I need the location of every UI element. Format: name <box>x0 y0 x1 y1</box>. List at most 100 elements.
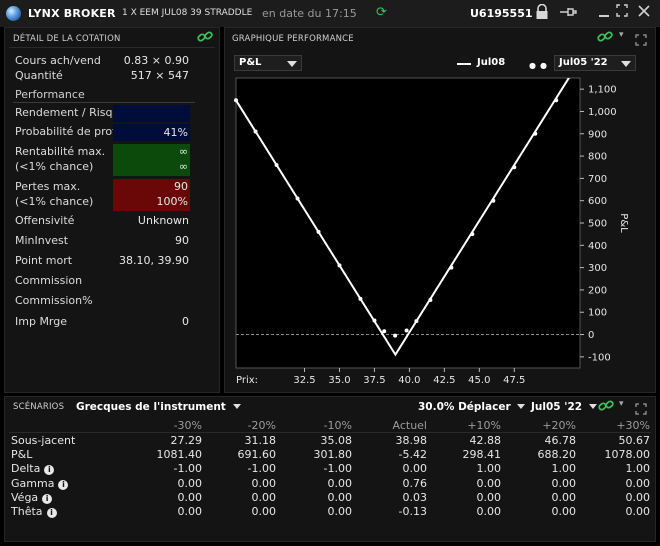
scenario-cell: 298.41 <box>462 448 502 462</box>
series-point <box>382 329 387 334</box>
scenario-cell: 0.00 <box>251 490 277 504</box>
series-point <box>372 318 377 323</box>
lock-icon[interactable] <box>535 3 549 24</box>
scenario-column-header: +20% <box>542 419 576 432</box>
x-tick-label: 47.5 <box>503 375 525 386</box>
series-point <box>512 165 517 170</box>
link-icon[interactable] <box>197 30 213 47</box>
quantity-label: Quantité <box>15 69 63 82</box>
shift-select[interactable]: 30.0% Déplacer <box>418 401 526 413</box>
scenario-row-label-text: Thêta <box>11 505 43 518</box>
quote-detail-panel: DÉTAIL DE LA COTATION Cours ach/vend 0.8… <box>4 27 220 393</box>
scenario-cell: 1.00 <box>551 462 577 476</box>
max-loss-label: Pertes max. <box>15 180 81 193</box>
scenario-cell: 301.80 <box>313 448 353 462</box>
scenario-cell: 0.00 <box>177 476 203 490</box>
scenario-cell: -1.00 <box>173 462 202 476</box>
series-point <box>470 232 475 237</box>
series-point <box>414 319 419 324</box>
scenario-cell: 0.00 <box>327 490 353 504</box>
shift-select-value: 30.0% Déplacer <box>418 401 511 413</box>
y-axis-label: P&L <box>618 213 629 233</box>
chevron-down-icon <box>517 404 526 409</box>
scenario-column-header: -10% <box>323 419 352 432</box>
commission-pct-label: Commission% <box>15 294 93 307</box>
x-tick-label: 35.0 <box>328 375 350 386</box>
max-loss-box: 90 100% <box>113 179 190 211</box>
y-tick-label: 200 <box>588 285 607 296</box>
app-title: LYNX BROKER <box>28 7 116 20</box>
performance-header: Performance <box>15 88 85 101</box>
pl-chart: 1,100 1,000 900 800 700 600 500 400 300 200 100 0 -1… <box>234 77 629 386</box>
min-invest-label: MinInvest <box>15 234 69 247</box>
series-point <box>337 263 342 268</box>
max-return-chance-label: (<1% chance) <box>15 160 94 173</box>
y-tick-label: 1,100 <box>588 85 617 96</box>
breakeven-value: 38.10, 39.90 <box>119 254 189 267</box>
return-risk-label: Rendement / Risque <box>15 106 127 119</box>
y-tick-label: 300 <box>588 263 607 274</box>
maximize-icon[interactable] <box>616 4 628 22</box>
series-point <box>253 129 258 134</box>
scenario-row-label-text: Sous-jacent <box>11 434 76 447</box>
minimize-icon[interactable] <box>598 4 610 22</box>
window-subtitle: 1 X EEM JUL08 39 STRADDLE <box>122 8 253 18</box>
scenario-cell: 0.00 <box>551 476 577 490</box>
globe-logo-icon <box>6 6 21 21</box>
max-loss-chance-label: (<1% chance) <box>15 195 94 208</box>
max-return-value: ∞ <box>178 145 188 158</box>
scenario-cell: 42.88 <box>469 434 502 447</box>
performance-chart-panel: GRAPHIQUE PERFORMANCE ▾ P&L Jul08 ●● Jul… <box>224 27 656 393</box>
expand-icon[interactable] <box>635 400 647 419</box>
scenario-row-label-text: Gamma <box>11 476 55 490</box>
profit-probability-label: Probabilité de profits <box>15 125 130 138</box>
info-icon[interactable]: i <box>42 493 53 504</box>
max-return-box: ∞ ∞ <box>113 144 190 176</box>
series-point <box>428 297 433 302</box>
y-tick-label: 100 <box>588 308 607 319</box>
max-loss-value: 90 <box>174 180 188 193</box>
close-icon[interactable] <box>638 4 650 22</box>
greeks-select-value: Grecques de l'instrument <box>76 401 226 413</box>
series-point <box>234 98 238 103</box>
max-return-chance-value: ∞ <box>178 160 188 173</box>
y-tick-label: 1,000 <box>588 107 617 118</box>
scenario-cell: 0.00 <box>476 505 502 518</box>
refresh-icon[interactable]: ⟳ <box>376 5 387 20</box>
y-tick-label: 800 <box>588 152 607 163</box>
scenario-cell: 46.78 <box>544 434 577 447</box>
performance-divider <box>13 102 195 103</box>
scenario-cell: 688.20 <box>537 448 577 462</box>
scenarios-panel: SCÉNARIOS Grecques de l'instrument 30.0%… <box>4 396 656 542</box>
x-tick-label: 40.0 <box>398 375 420 386</box>
min-invest-value: 90 <box>175 234 189 247</box>
scenario-row-label-text: Delta <box>11 462 41 476</box>
pin-icon[interactable] <box>558 4 578 24</box>
margin-impact-value: 0 <box>182 315 189 328</box>
y-tick-label: 500 <box>588 219 607 230</box>
greeks-select[interactable]: Grecques de l'instrument <box>76 401 242 413</box>
scenario-cell: 0.00 <box>625 476 651 490</box>
series-point <box>404 328 409 333</box>
info-icon[interactable]: i <box>44 465 55 476</box>
bid-ask-label: Cours ach/vend <box>15 54 101 67</box>
link-icon[interactable] <box>598 399 614 416</box>
info-icon[interactable]: i <box>46 508 57 518</box>
panel-title-scenarios: SCÉNARIOS <box>13 402 65 412</box>
info-icon[interactable]: i <box>58 479 69 490</box>
y-tick-label: 400 <box>588 241 607 252</box>
y-tick-label: 700 <box>588 174 607 185</box>
scenario-cell: 0.00 <box>625 490 651 504</box>
scenario-cell: -1.00 <box>323 462 352 476</box>
scenario-date-select[interactable]: Jul05 '22 <box>531 401 597 413</box>
panel-menu-arrow-icon[interactable]: ▾ <box>619 399 624 409</box>
max-return-label: Rentabilité max. <box>15 145 106 158</box>
plot-area <box>235 77 581 369</box>
scenario-row-label: Gamma i <box>11 476 69 490</box>
x-tick-label: 37.5 <box>363 375 385 386</box>
scenario-cell: 1081.40 <box>156 448 203 462</box>
scenario-column-header: Actuel <box>392 419 428 432</box>
scenario-cell: 1078.00 <box>604 448 651 462</box>
scenario-row-label: Sous-jacent <box>11 434 75 447</box>
series-point <box>316 229 321 234</box>
